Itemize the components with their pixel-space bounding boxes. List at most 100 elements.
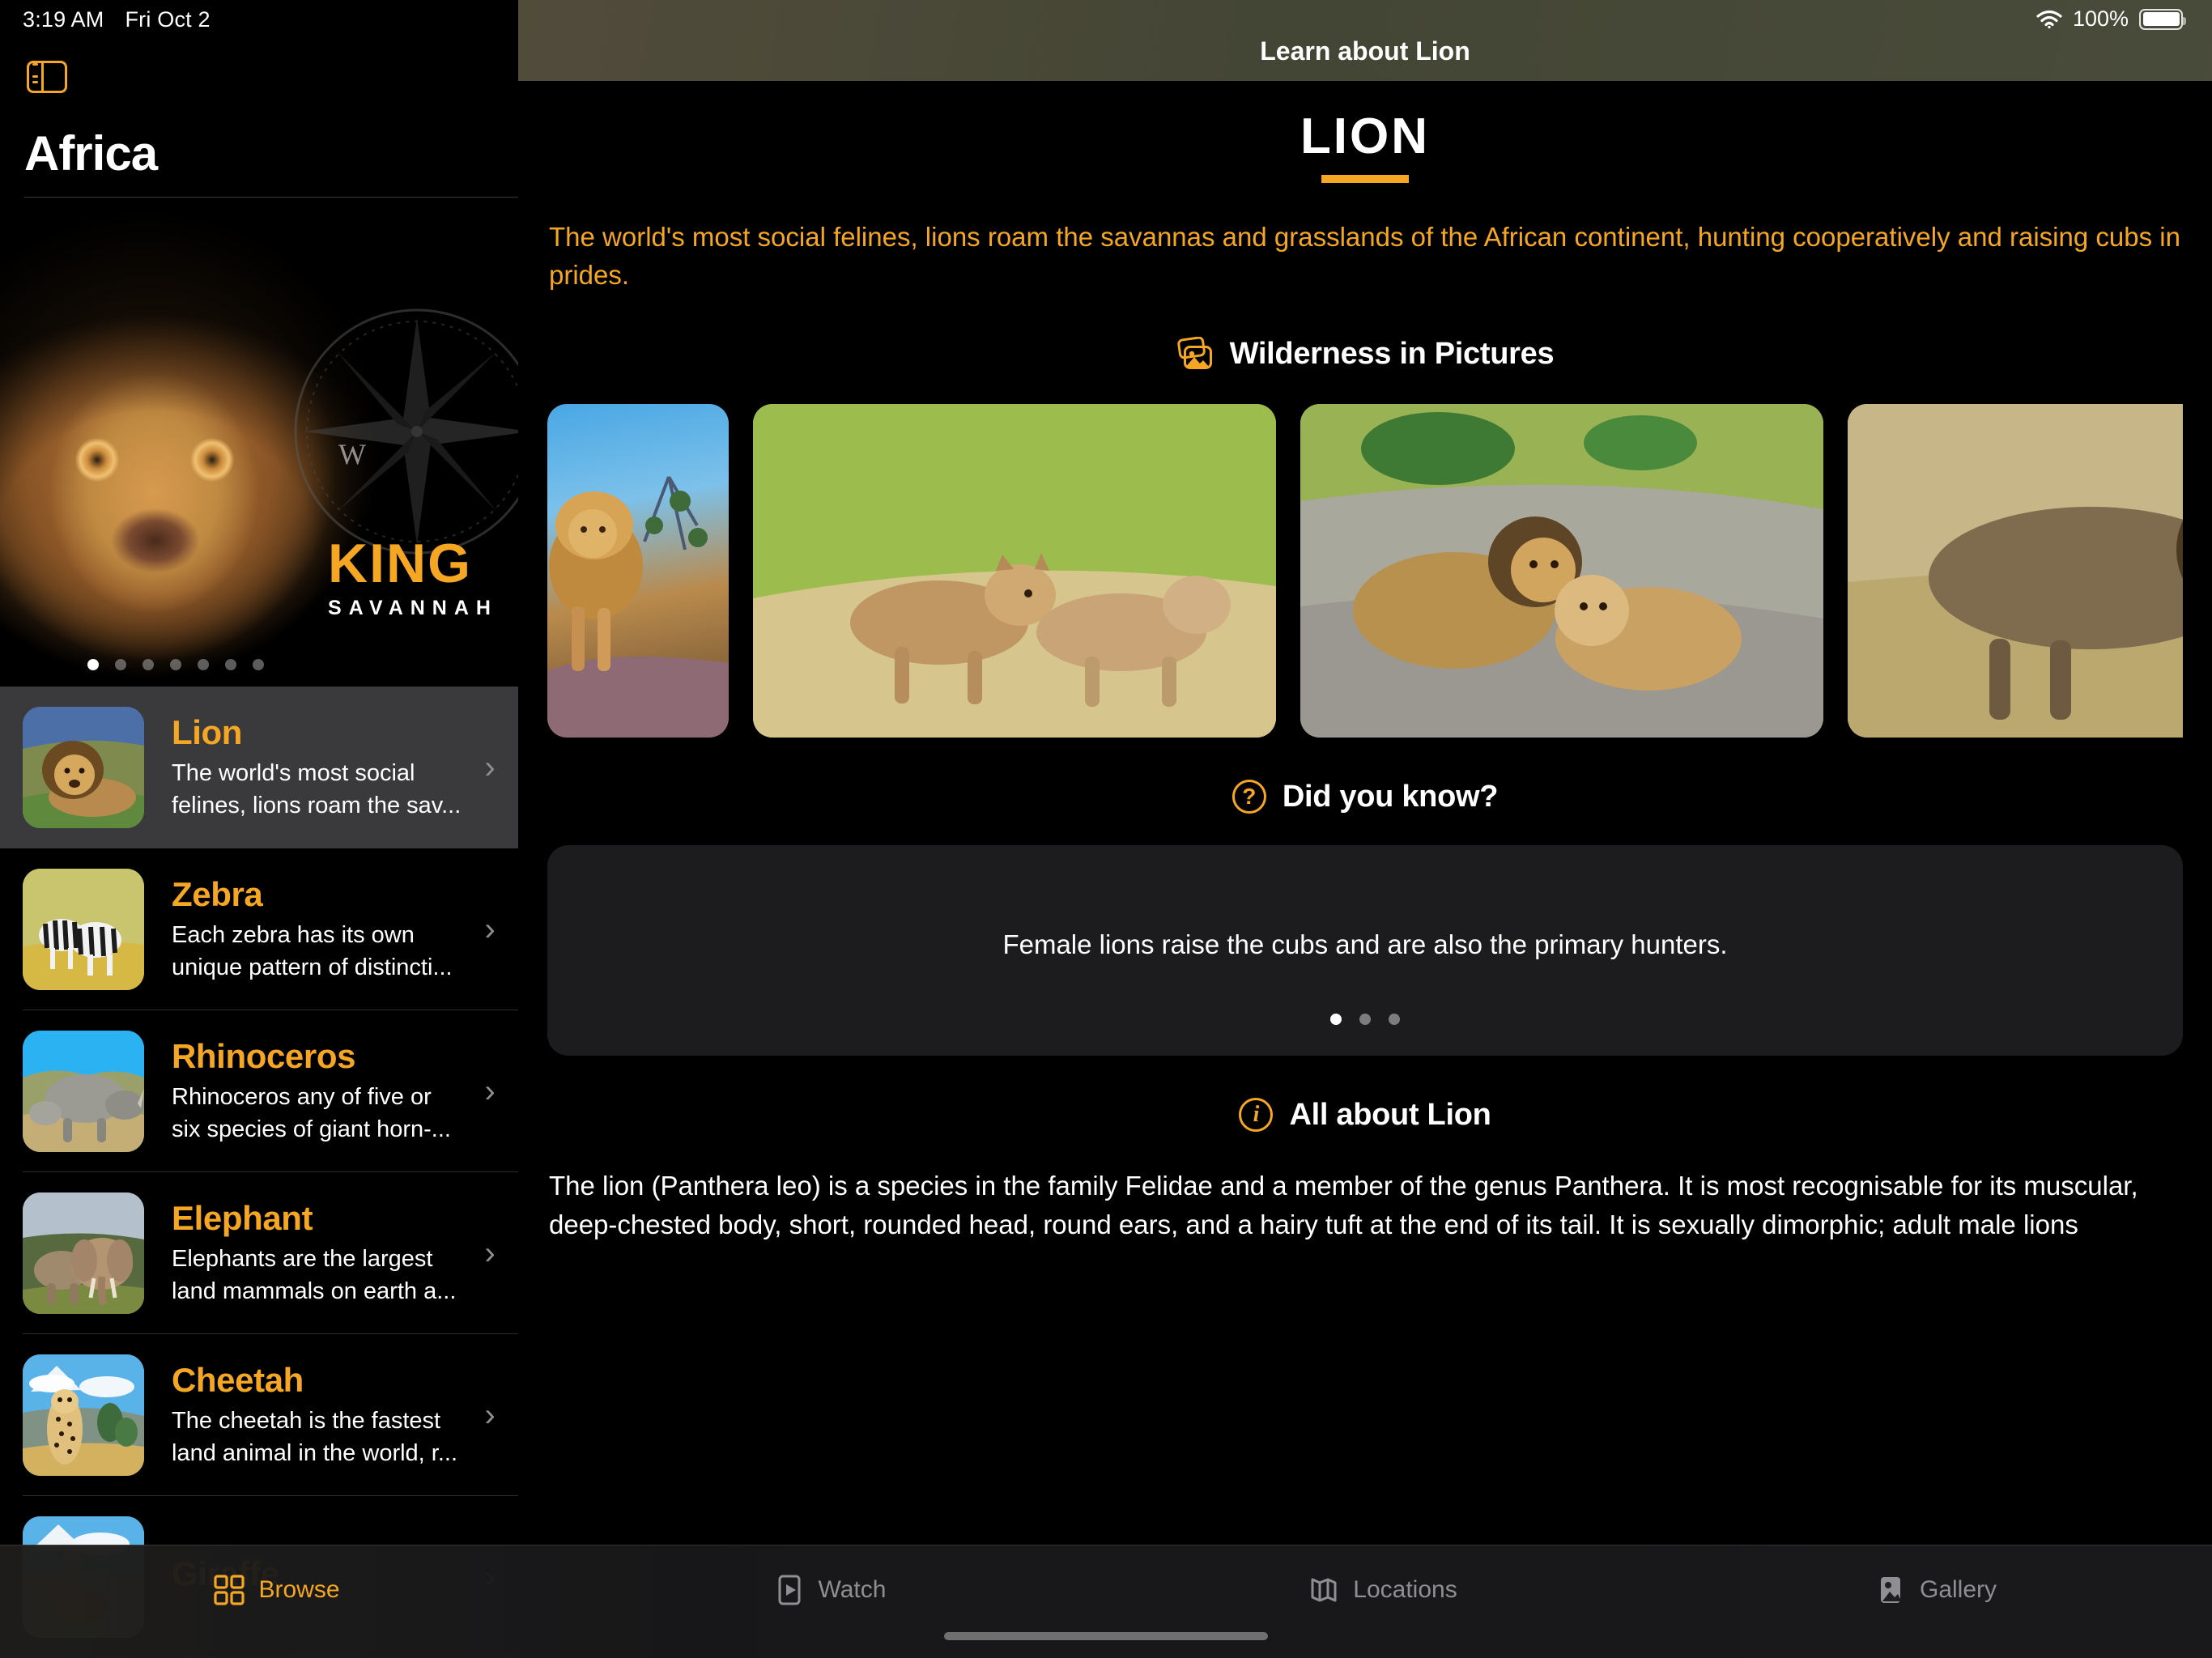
hero-page-dot[interactable]	[253, 659, 264, 670]
animal-thumbnail	[23, 869, 144, 990]
fact-page-dots[interactable]	[547, 1013, 2183, 1025]
list-item-text: Cheetah The cheetah is the fastest land …	[144, 1361, 462, 1469]
tab-label: Watch	[818, 1576, 887, 1603]
fact-page-dot[interactable]	[1359, 1013, 1371, 1025]
animal-thumbnail	[23, 1192, 144, 1314]
lion-walking-art	[547, 475, 729, 738]
detail-content: LION The world's most social felines, li…	[518, 81, 2212, 1658]
all-about-label: All about Lion	[1289, 1097, 1491, 1132]
tab-label: Gallery	[1919, 1576, 1997, 1603]
hero-headline: KING	[328, 533, 472, 594]
photo-stack-icon	[1176, 337, 1212, 370]
did-you-know-header: ? Did you know?	[547, 780, 2183, 814]
list-item-text: Rhinoceros Rhinoceros any of five or six…	[144, 1037, 462, 1146]
page-title: LION	[1300, 108, 1431, 164]
rhino-thumb-art	[23, 1031, 144, 1152]
cheetah-thumb-art	[23, 1354, 144, 1476]
grid-squares-icon	[214, 1575, 245, 1605]
question-circle-icon: ?	[1231, 780, 1266, 814]
chevron-right-icon[interactable]: ›	[462, 750, 518, 786]
map-icon	[1311, 1578, 1337, 1602]
play-rectangle-icon	[778, 1575, 801, 1605]
all-about-body: The lion (Panthera leo) is a species in …	[549, 1170, 2138, 1239]
gallery-image[interactable]	[1848, 403, 2183, 738]
hero-watermark: W	[338, 438, 366, 470]
tab-gallery[interactable]: Gallery	[1659, 1545, 2212, 1606]
sidebar-title: Africa	[24, 126, 158, 181]
sidebar-toggle-icon[interactable]	[27, 61, 67, 93]
fact-text: Female lions raise the cubs and are also…	[1002, 929, 1728, 959]
list-item-description: Rhinoceros any of five or six species of…	[172, 1084, 451, 1142]
tab-watch[interactable]: Watch	[553, 1545, 1106, 1606]
list-item-description: The world's most social felines, lions r…	[172, 760, 462, 818]
sidebar-toggle-line	[32, 75, 38, 78]
chevron-right-icon[interactable]: ›	[462, 912, 518, 948]
sidebar-toggle-line	[32, 63, 38, 66]
chevron-right-icon[interactable]: ›	[462, 1235, 518, 1272]
tab-browse[interactable]: Browse	[0, 1545, 553, 1606]
animal-list[interactable]: Lion The world's most social felines, li…	[0, 687, 518, 1658]
chevron-right-icon[interactable]: ›	[462, 1397, 518, 1434]
hero-banner[interactable]: W KING SAVANNAH	[0, 201, 518, 687]
list-item-description: The cheetah is the fastest land animal i…	[172, 1408, 458, 1466]
list-item[interactable]: Lion The world's most social felines, li…	[0, 687, 518, 848]
tab-label: Browse	[258, 1576, 340, 1603]
lead-paragraph: The world's most social felines, lions r…	[549, 222, 2180, 290]
lion-cubs-art	[753, 403, 1276, 738]
hero-page-dot[interactable]	[170, 659, 181, 670]
fact-page-dot[interactable]	[1389, 1013, 1400, 1025]
sidebar-divider	[24, 197, 518, 198]
hero-page-dot[interactable]	[225, 659, 236, 670]
list-item-title: Elephant	[172, 1199, 313, 1238]
sidebar-toggle-divider	[41, 63, 44, 91]
hero-page-dot[interactable]	[115, 659, 126, 670]
lion-thumb-art	[23, 707, 144, 828]
title-underline-rule	[1321, 175, 1409, 183]
list-item-text: Lion The world's most social felines, li…	[144, 713, 462, 822]
zebra-thumb-art	[23, 869, 144, 990]
gallery-image[interactable]	[753, 403, 1276, 738]
tab-locations[interactable]: Locations	[1106, 1545, 1659, 1606]
list-item-title: Zebra	[172, 875, 263, 914]
fact-card[interactable]: Female lions raise the cubs and are also…	[547, 844, 2183, 1056]
elephant-thumb-art	[23, 1192, 144, 1314]
navbar-title: Learn about Lion	[1260, 36, 1470, 66]
animal-thumbnail	[23, 1031, 144, 1152]
home-indicator[interactable]	[944, 1632, 1268, 1640]
list-item-text: Elephant Elephants are the largest land …	[144, 1199, 462, 1307]
navigation-bar: Learn about Lion	[518, 0, 2212, 81]
sidebar: Africa W KING SAVANNAH Lion The world's …	[0, 0, 518, 1658]
chevron-right-icon[interactable]: ›	[462, 1073, 518, 1110]
tab-label: Locations	[1353, 1576, 1457, 1603]
title-block: LION	[547, 81, 2183, 183]
list-item-description: Each zebra has its own unique pattern of…	[172, 922, 453, 980]
list-item-description: Elephants are the largest land mammals o…	[172, 1246, 457, 1304]
hero-page-dot[interactable]	[143, 659, 154, 670]
picture-gallery[interactable]	[547, 403, 2183, 738]
did-you-know-label: Did you know?	[1282, 779, 1499, 814]
detail-pane: Learn about Lion LION The world's most s…	[518, 0, 2212, 1658]
list-item-title: Lion	[172, 713, 243, 752]
fact-page-dot[interactable]	[1330, 1013, 1342, 1025]
gallery-image[interactable]	[1300, 403, 1823, 738]
tab-bar: Browse Watch Locations Gallery	[0, 1545, 2212, 1658]
list-item[interactable]: Cheetah The cheetah is the fastest land …	[0, 1334, 518, 1496]
list-item-title: Rhinoceros	[172, 1037, 356, 1076]
gallery-image[interactable]	[547, 403, 729, 738]
pictures-section-label: Wilderness in Pictures	[1229, 336, 1555, 371]
list-item[interactable]: Elephant Elephants are the largest land …	[0, 1172, 518, 1334]
hero-page-dots[interactable]	[87, 659, 264, 670]
hero-subhead: SAVANNAH	[328, 597, 498, 619]
lion-in-grass-art	[1848, 403, 2183, 738]
info-circle-icon: i	[1239, 1098, 1274, 1133]
hero-page-dot[interactable]	[198, 659, 209, 670]
animal-thumbnail	[23, 1354, 144, 1476]
list-item[interactable]: Zebra Each zebra has its own unique patt…	[0, 848, 518, 1010]
sidebar-toggle-line	[32, 81, 38, 83]
hero-page-dot[interactable]	[87, 659, 99, 670]
list-item[interactable]: Rhinoceros Rhinoceros any of five or six…	[0, 1010, 518, 1172]
photo-icon	[1880, 1577, 1900, 1603]
pictures-section-header: Wilderness in Pictures	[547, 337, 2183, 372]
compass-rose-icon	[294, 308, 518, 555]
animal-thumbnail	[23, 707, 144, 828]
